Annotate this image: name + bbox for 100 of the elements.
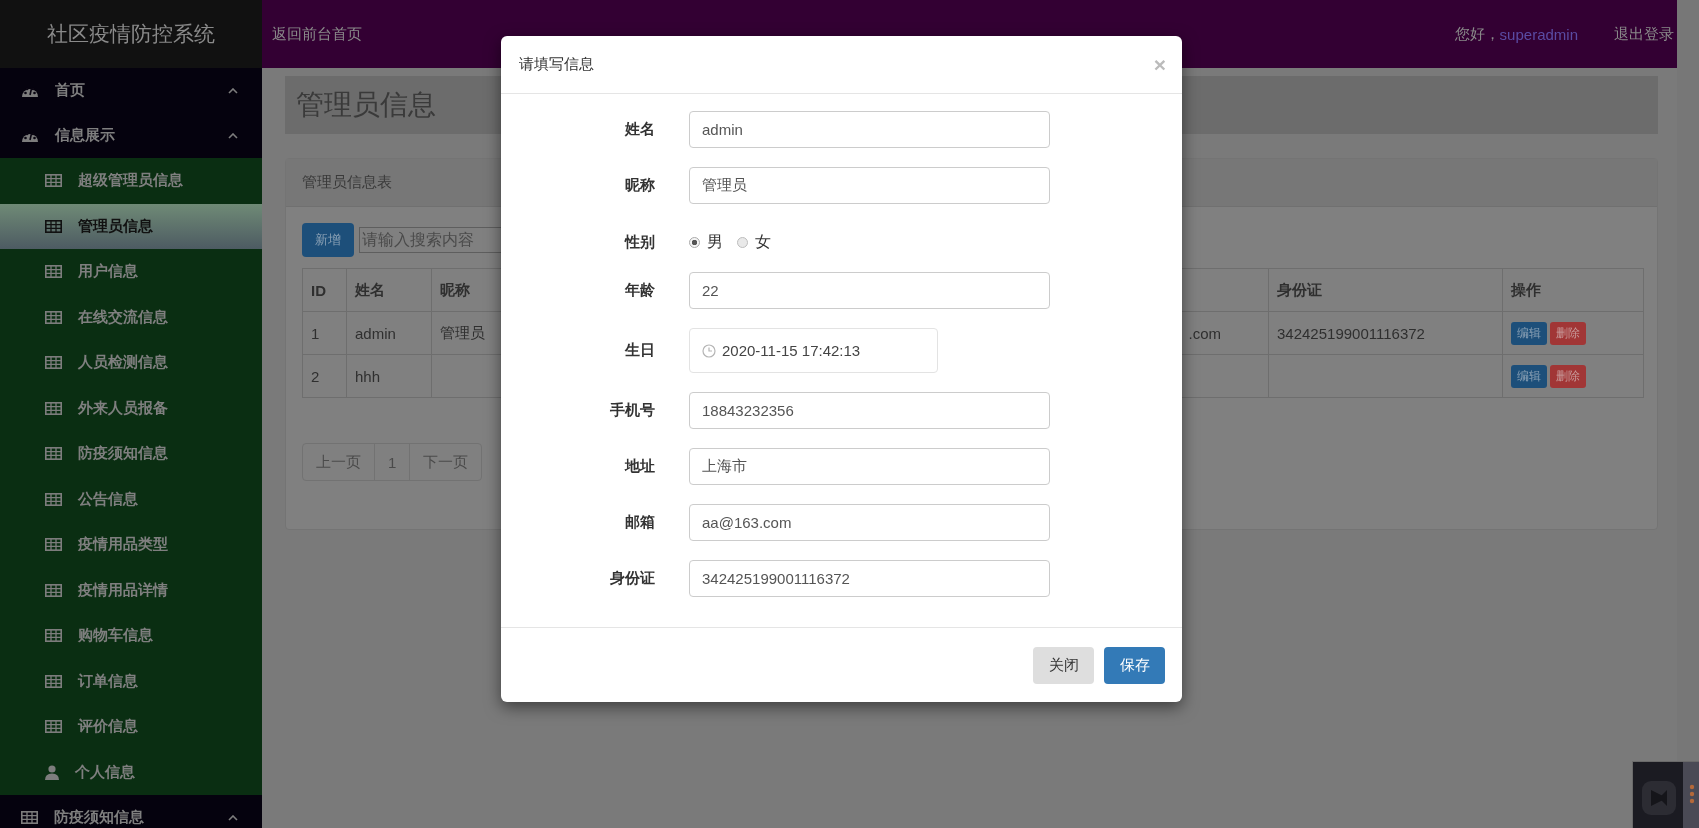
input-field[interactable]: aa@163.com bbox=[689, 504, 1050, 541]
nav-item[interactable]: 个人信息 bbox=[0, 749, 262, 795]
panel-title: 管理员信息表 bbox=[302, 173, 392, 192]
field-label: 性别 bbox=[623, 232, 655, 252]
edit-button[interactable]: 编辑 bbox=[1511, 364, 1547, 388]
delete-button[interactable]: 删除 bbox=[1550, 364, 1586, 388]
nav-item[interactable]: 人员检测信息 bbox=[0, 340, 262, 386]
radio-option[interactable]: 男 bbox=[689, 231, 723, 253]
nav-item[interactable]: 防疫须知信息 bbox=[0, 431, 262, 477]
nav-item-label: 疫情用品类型 bbox=[78, 535, 168, 555]
field-label: 手机号 bbox=[609, 401, 655, 420]
table-icon bbox=[45, 538, 62, 552]
column-header: 操作 bbox=[1502, 268, 1644, 312]
chevron-up-icon bbox=[228, 87, 238, 94]
nav-item-label: 外来人员报备 bbox=[78, 398, 168, 418]
username-link[interactable]: superadmin bbox=[1499, 25, 1578, 43]
delete-button[interactable]: 删除 bbox=[1550, 321, 1586, 345]
table-cell: 管理员 bbox=[440, 323, 485, 341]
nav-item-label: 购物车信息 bbox=[78, 626, 153, 646]
field-label: 年龄 bbox=[624, 281, 655, 300]
nav-item[interactable]: 订单信息 bbox=[0, 658, 262, 704]
table-icon bbox=[45, 174, 62, 188]
nav-group-label: 防疫须知信息 bbox=[54, 808, 145, 827]
nav-item[interactable]: 公告信息 bbox=[0, 476, 262, 522]
radio-option[interactable]: 女 bbox=[737, 231, 771, 253]
column-header: ID bbox=[302, 268, 347, 312]
table-icon bbox=[21, 811, 38, 824]
home-link[interactable]: 返回前台首页 bbox=[272, 24, 362, 44]
nav-item-label: 防疫须知信息 bbox=[78, 444, 168, 464]
nav-group[interactable]: 防疫须知信息 bbox=[0, 795, 262, 828]
input-field[interactable]: 18843232356 bbox=[689, 392, 1050, 429]
table-icon bbox=[45, 401, 62, 415]
table-cell: .com bbox=[1188, 324, 1221, 342]
table-icon bbox=[45, 583, 62, 597]
nav-item-label: 评价信息 bbox=[78, 717, 138, 737]
nav-group-label: 首页 bbox=[55, 81, 86, 100]
nav-item[interactable]: 疫情用品详情 bbox=[0, 567, 262, 613]
field-label: 生日 bbox=[623, 341, 655, 360]
nav-item[interactable]: 外来人员报备 bbox=[0, 385, 262, 431]
radio-button[interactable] bbox=[689, 236, 700, 248]
nav-item[interactable]: 超级管理员信息 bbox=[0, 158, 262, 204]
table-icon bbox=[45, 310, 62, 324]
input-field[interactable]: admin bbox=[689, 111, 1050, 148]
input-field[interactable]: 22 bbox=[689, 272, 1050, 309]
nav-item-label: 超级管理员信息 bbox=[78, 171, 183, 191]
radio-label: 男 bbox=[707, 231, 723, 252]
nav-item[interactable]: 疫情用品类型 bbox=[0, 522, 262, 568]
save-button[interactable]: 保存 bbox=[1104, 646, 1165, 684]
table-icon bbox=[45, 219, 62, 233]
chevron-up-icon bbox=[228, 814, 238, 821]
nav-item-label: 疫情用品详情 bbox=[78, 580, 168, 600]
input-field[interactable]: 342425199001116372 bbox=[689, 560, 1050, 597]
nav-item[interactable]: 评价信息 bbox=[0, 704, 262, 750]
more-dots-icon bbox=[1688, 784, 1695, 804]
field-label: 姓名 bbox=[624, 120, 655, 139]
nav-item-label: 用户信息 bbox=[78, 262, 138, 282]
table-cell: admin bbox=[355, 324, 396, 342]
table-icon bbox=[45, 674, 62, 688]
input-field[interactable]: 上海市 bbox=[689, 448, 1050, 485]
add-button[interactable]: 新增 bbox=[302, 223, 354, 257]
table-cell: 2 bbox=[311, 367, 320, 385]
table-cell: hhh bbox=[355, 367, 381, 385]
nav-item-label: 个人信息 bbox=[75, 762, 135, 782]
field-label: 身份证 bbox=[609, 569, 655, 588]
input-field[interactable]: 管理员 bbox=[689, 167, 1050, 204]
table-cell: 1 bbox=[311, 324, 320, 342]
nav-item[interactable]: 在线交流信息 bbox=[0, 294, 262, 340]
close-dialog-button[interactable]: 关闭 bbox=[1033, 646, 1094, 684]
chevron-up-icon bbox=[228, 132, 238, 139]
radio-label: 女 bbox=[755, 231, 771, 252]
nav-item[interactable]: 管理员信息 bbox=[0, 203, 262, 249]
date-field[interactable]: 2020-11-15 17:42:13 bbox=[689, 328, 938, 373]
table-icon bbox=[45, 720, 62, 734]
column-header: 姓名 bbox=[346, 268, 432, 312]
nav-item[interactable]: 购物车信息 bbox=[0, 613, 262, 659]
user-icon bbox=[45, 764, 59, 780]
table-icon bbox=[45, 447, 62, 461]
nav-item-label: 人员检测信息 bbox=[78, 353, 168, 373]
close-button[interactable]: × bbox=[1153, 52, 1166, 77]
nav-item-label: 管理员信息 bbox=[78, 216, 153, 236]
clock-icon bbox=[702, 343, 716, 358]
table-icon bbox=[45, 356, 62, 370]
field-label: 邮箱 bbox=[624, 513, 655, 532]
logout-link[interactable]: 退出登录 bbox=[1614, 24, 1674, 44]
nav-group[interactable]: 首页 bbox=[0, 68, 262, 113]
table-cell: 342425199001116372 bbox=[1277, 324, 1425, 342]
table-icon bbox=[45, 265, 62, 279]
field-label: 地址 bbox=[623, 457, 655, 476]
radio-button[interactable] bbox=[737, 236, 748, 248]
table-icon bbox=[45, 629, 62, 643]
field-label: 昵称 bbox=[624, 176, 655, 195]
greeting-text: 您好， bbox=[1454, 24, 1500, 44]
table-icon bbox=[45, 492, 62, 506]
edit-button[interactable]: 编辑 bbox=[1511, 321, 1547, 345]
nav-item-label: 公告信息 bbox=[78, 489, 138, 509]
floating-widget[interactable] bbox=[1632, 761, 1699, 828]
nav-group[interactable]: 信息展示 bbox=[0, 113, 262, 158]
nav-item[interactable]: 用户信息 bbox=[0, 249, 262, 295]
dialog-title: 请填写信息 bbox=[519, 55, 594, 74]
column-header: 身份证 bbox=[1268, 268, 1503, 312]
